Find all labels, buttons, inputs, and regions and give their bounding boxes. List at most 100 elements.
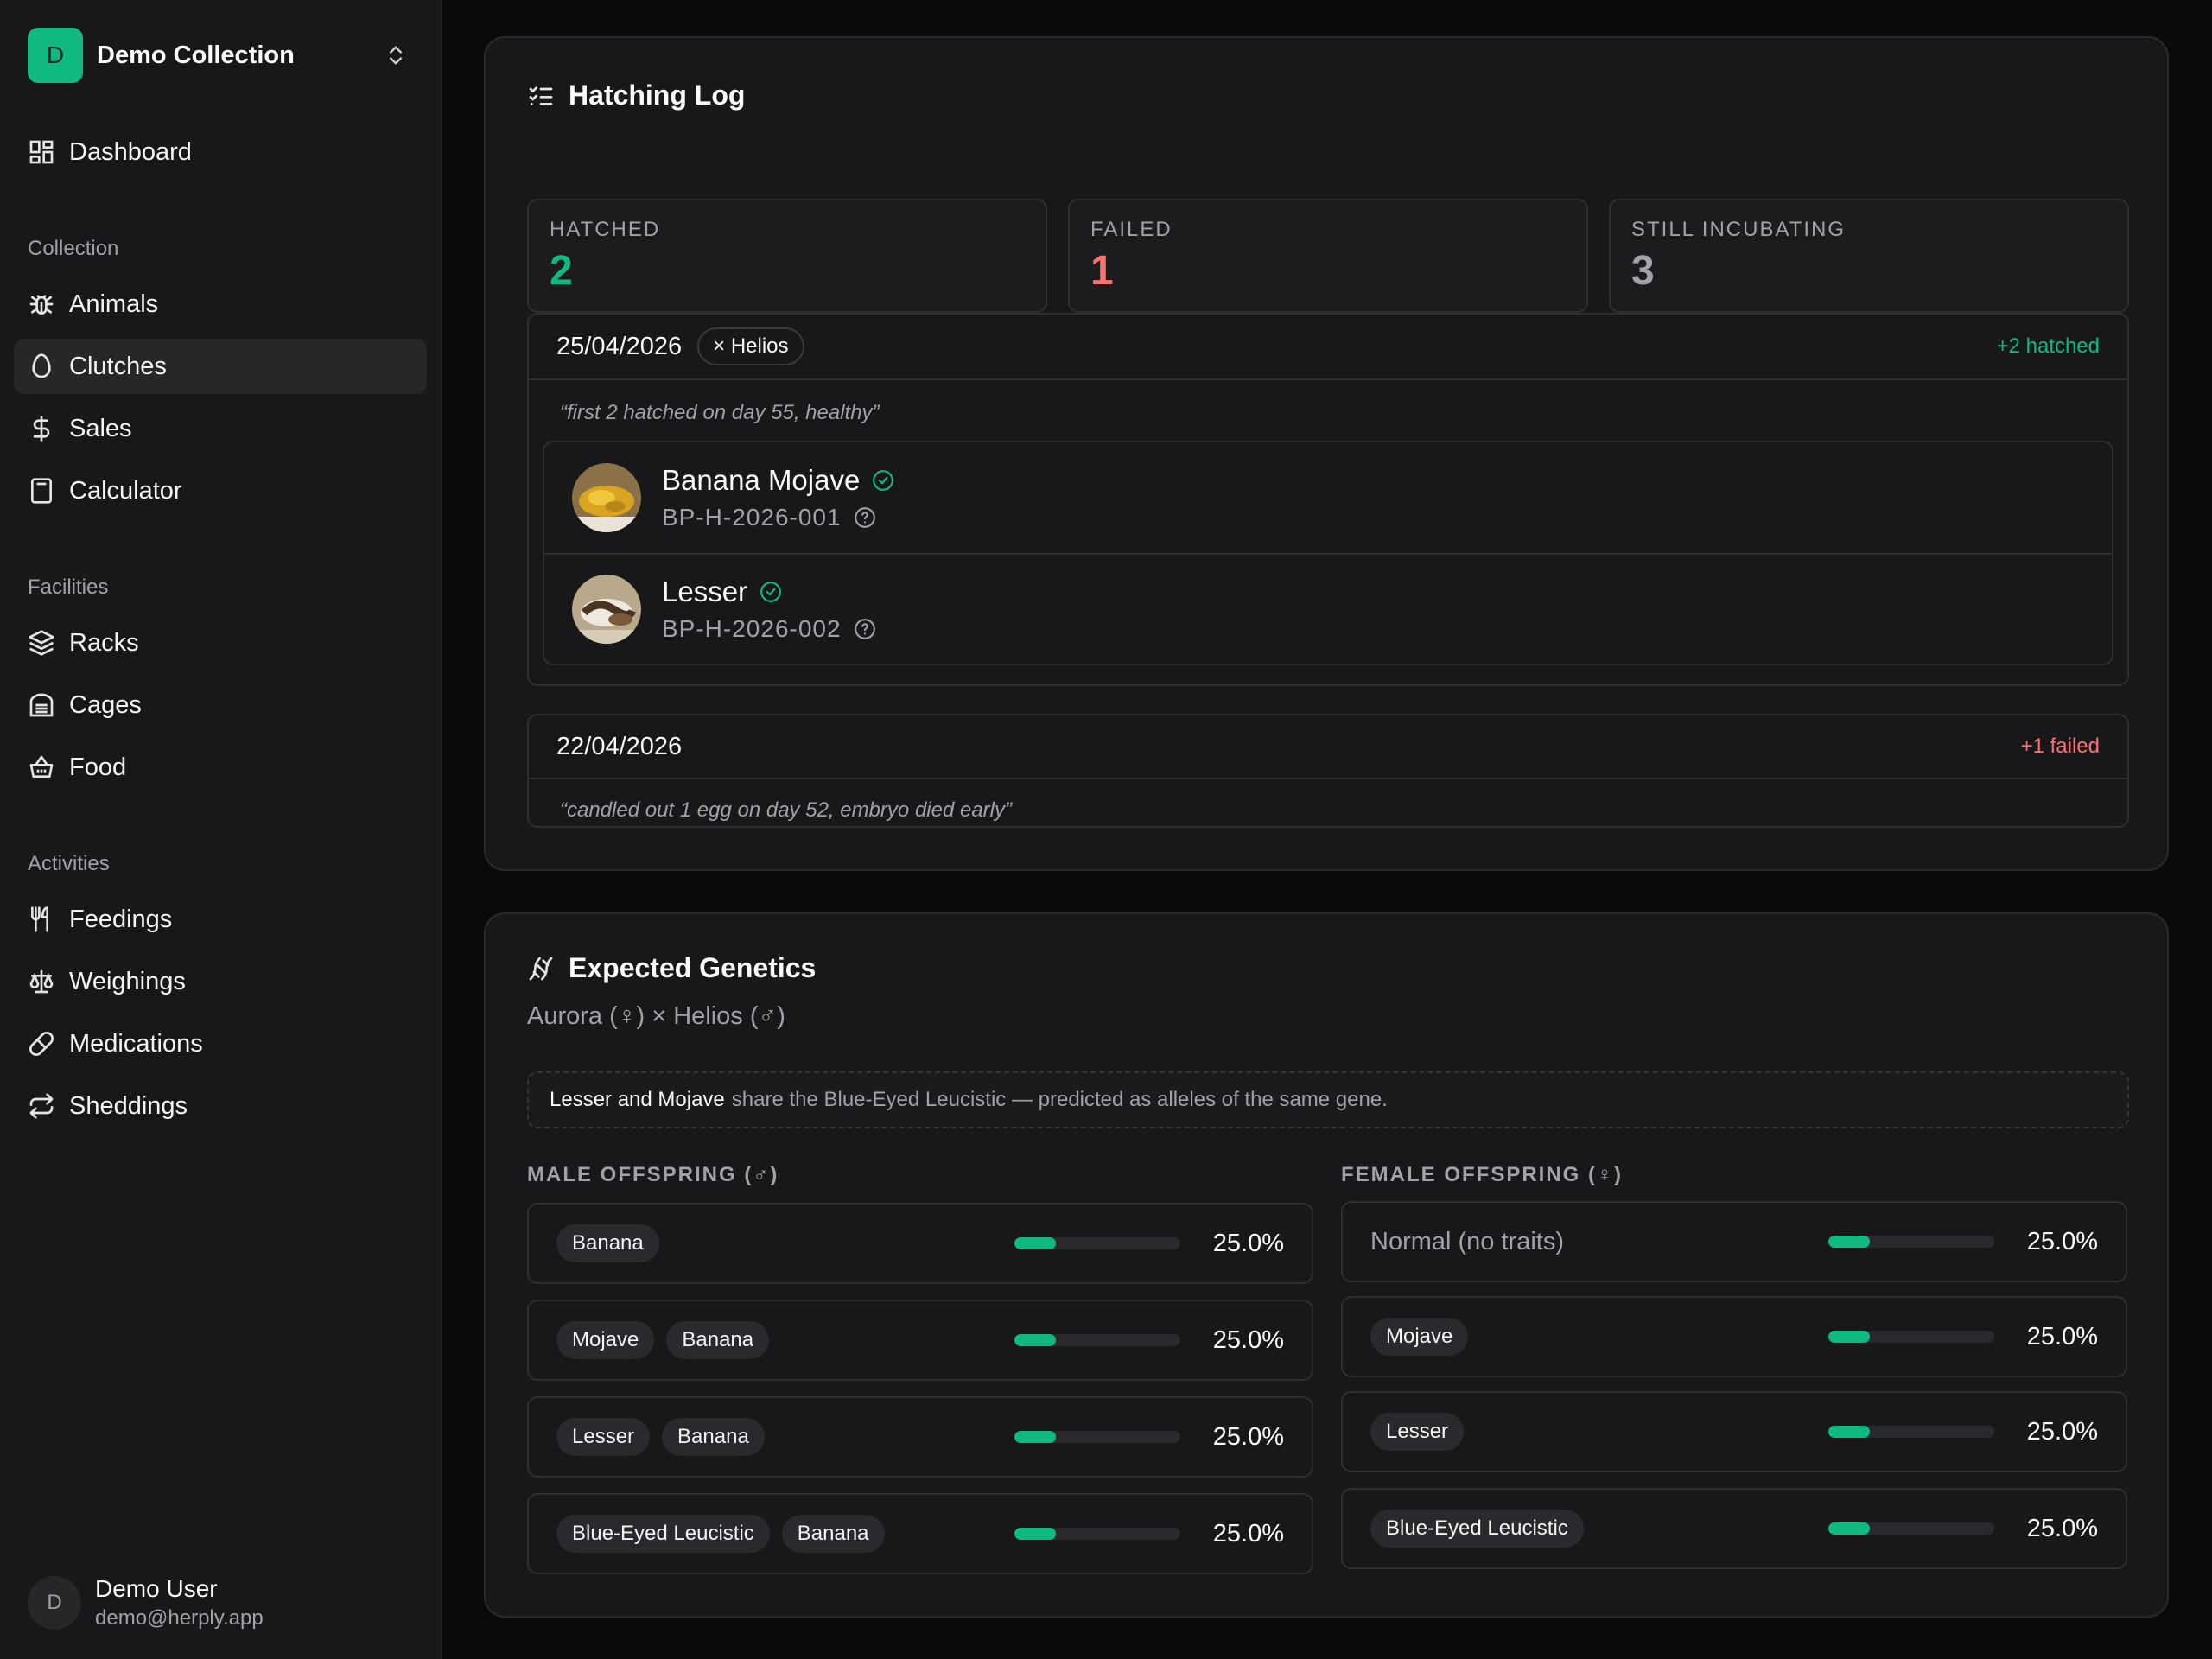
probability-bar: [1828, 1426, 1994, 1438]
trait-chip: Mojave: [1370, 1318, 1469, 1356]
sidebar-item-weighings[interactable]: Weighings: [14, 954, 427, 1009]
basket-icon: [29, 755, 54, 778]
normal-traits-label: Normal (no traits): [1370, 1227, 1564, 1255]
probability-bar-fill: [1828, 1522, 1870, 1535]
user-email: demo@herply.app: [95, 1606, 264, 1630]
trait-chip: Banana: [662, 1418, 765, 1456]
workspace-avatar: D: [28, 28, 83, 83]
clutch-header[interactable]: 22/04/2026 +1 failed: [529, 715, 2127, 779]
clutch-result: +2 hatched: [1996, 334, 2100, 358]
trait-chip: Lesser: [1370, 1413, 1465, 1451]
sidebar-item-calculator[interactable]: Calculator: [14, 463, 427, 518]
help-circle-icon[interactable]: [854, 506, 876, 529]
trait-chip: Banana: [666, 1321, 770, 1359]
hatchling-id: BP-H-2026-001: [662, 504, 894, 531]
hatchling-list: Banana Mojave BP-H-2026-001 Lesser BP-H-…: [543, 441, 2113, 665]
probability-bar: [1014, 1334, 1180, 1346]
offspring-row: Lesser Banana 25.0%: [527, 1396, 1313, 1478]
workspace-switcher[interactable]: D Demo Collection: [28, 28, 415, 83]
hatchling-row[interactable]: Banana Mojave BP-H-2026-001: [544, 442, 2112, 553]
sidebar-item-medications[interactable]: Medications: [14, 1016, 427, 1071]
stat-label: STILL INCUBATING: [1631, 218, 1847, 241]
card-title: Hatching Log: [527, 79, 745, 111]
trait-chip: Mojave: [556, 1321, 655, 1359]
scale-icon: [29, 969, 54, 994]
probability-bar-fill: [1014, 1237, 1056, 1249]
hatchling-name-text: Banana Mojave: [662, 464, 861, 496]
sidebar-item-cages[interactable]: Cages: [14, 677, 427, 733]
workspace-name: Demo Collection: [97, 41, 295, 69]
sidebar-item-feedings[interactable]: Feedings: [14, 892, 427, 947]
probability-bar-fill: [1014, 1528, 1056, 1540]
trait-chip: Banana: [556, 1224, 659, 1262]
probability-bar: [1014, 1431, 1180, 1443]
sidebar-item-sheddings[interactable]: Sheddings: [14, 1078, 427, 1134]
sidebar-item-label: Racks: [69, 628, 139, 657]
user-menu[interactable]: D Demo User demo@herply.app: [28, 1574, 264, 1631]
offspring-row: Blue-Eyed Leucistic 25.0%: [1341, 1488, 2127, 1569]
hatching-log-title: Hatching Log: [569, 79, 746, 111]
sidebar-item-dashboard[interactable]: Dashboard: [14, 124, 427, 180]
probability-percent: 25.0%: [1212, 1229, 1284, 1257]
stat-label: HATCHED: [550, 218, 661, 241]
layers-icon: [29, 630, 54, 656]
list-checks-icon: [529, 86, 553, 105]
trait-chip: Blue-Eyed Leucistic: [556, 1515, 770, 1553]
bug-icon: [29, 295, 54, 315]
pairing-subtitle: Aurora (♀) × Helios (♂): [527, 1002, 785, 1030]
probability-bar: [1828, 1331, 1994, 1343]
check-circle-icon: [760, 582, 781, 602]
chevron-up-down-icon: [390, 46, 402, 65]
offspring-row: Banana 25.0%: [527, 1203, 1313, 1284]
probability-percent: 25.0%: [2026, 1227, 2098, 1255]
stat-still-incubating: STILL INCUBATING 3: [1609, 199, 2129, 313]
sidebar-item-label: Food: [69, 753, 127, 781]
utensils-icon: [31, 906, 48, 932]
probability-bar-fill: [1014, 1431, 1056, 1443]
offspring-row: Mojave Banana 25.0%: [527, 1300, 1313, 1381]
repeat-icon: [29, 1093, 54, 1119]
clutch-entry: 22/04/2026 +1 failed “candled out 1 egg …: [527, 714, 2129, 828]
probability-bar: [1828, 1522, 1994, 1535]
notice-text: share the Blue-Eyed Leucistic — predicte…: [731, 1088, 1388, 1111]
nav-section-collection: Collection: [28, 237, 119, 260]
notice-highlight: Lesser and Mojave: [550, 1088, 725, 1111]
sidebar-item-label: Animals: [69, 289, 159, 318]
check-circle-icon: [873, 470, 894, 491]
egg-icon: [32, 353, 51, 378]
sidebar: D Demo Collection Dashboard Collection A…: [0, 0, 442, 1659]
trait-chip: Banana: [781, 1515, 885, 1553]
sidebar-item-label: Medications: [69, 1029, 203, 1058]
sidebar-item-label: Clutches: [69, 352, 167, 380]
avatar: D: [28, 1576, 81, 1630]
clutch-date: 25/04/2026: [556, 332, 683, 360]
sidebar-item-animals[interactable]: Animals: [14, 276, 427, 332]
sidebar-item-racks[interactable]: Racks: [14, 615, 427, 671]
probability-percent: 25.0%: [2026, 1514, 2098, 1542]
clutch-note: “candled out 1 egg on day 52, embryo die…: [560, 798, 1012, 822]
hatchling-name: Lesser: [662, 575, 876, 608]
sidebar-item-sales[interactable]: Sales: [14, 401, 427, 456]
stat-label: FAILED: [1090, 218, 1173, 241]
offspring-row: Mojave 25.0%: [1341, 1296, 2127, 1377]
calculator-icon: [31, 478, 52, 504]
offspring-row: Blue-Eyed Leucistic Banana 25.0%: [527, 1493, 1313, 1574]
hatchling-id-text: BP-H-2026-002: [662, 615, 842, 642]
user-name: Demo User: [95, 1575, 218, 1602]
sidebar-item-clutches[interactable]: Clutches: [14, 339, 427, 394]
hatchling-photo: [572, 575, 641, 644]
help-circle-icon[interactable]: [854, 618, 876, 640]
stat-failed: FAILED 1: [1068, 199, 1588, 313]
probability-bar-fill: [1828, 1426, 1870, 1438]
probability-bar: [1014, 1528, 1180, 1540]
expected-genetics-card: Expected Genetics Aurora (♀) × Helios (♂…: [484, 912, 2169, 1618]
hatchling-row[interactable]: Lesser BP-H-2026-002: [544, 553, 2112, 664]
clutch-date: 22/04/2026: [556, 732, 683, 760]
sidebar-item-label: Cages: [69, 690, 142, 719]
probability-bar-fill: [1828, 1236, 1870, 1248]
sidebar-item-food[interactable]: Food: [14, 740, 427, 795]
stat-value: 1: [1090, 248, 1114, 294]
sire-pill[interactable]: × Helios: [697, 327, 804, 365]
clutch-header[interactable]: 25/04/2026 × Helios +2 hatched: [529, 315, 2127, 380]
probability-percent: 25.0%: [1212, 1422, 1284, 1451]
